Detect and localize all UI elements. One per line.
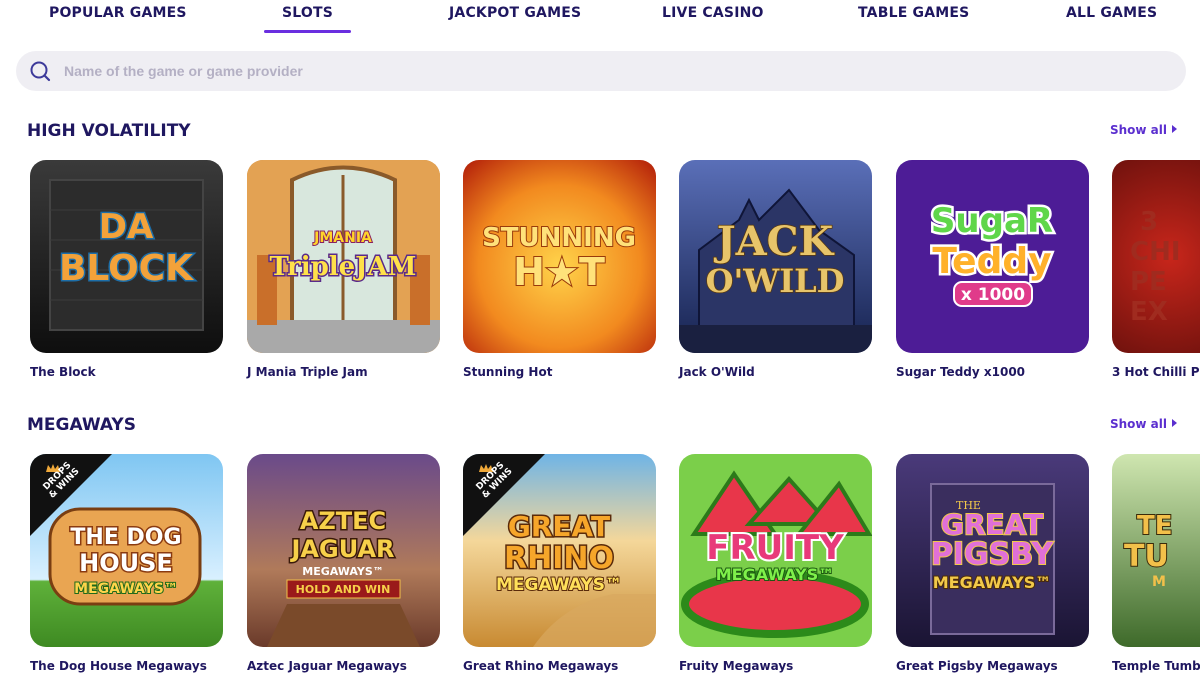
game-title: Aztec Jaguar Megaways (247, 659, 407, 673)
svg-text:BLOCK: BLOCK (59, 248, 194, 289)
game-title: Stunning Hot (463, 365, 553, 379)
svg-text:MEGAWAYS™: MEGAWAYS™ (496, 575, 622, 595)
game-tile-the-block[interactable]: DA BLOCK The Block (30, 160, 223, 379)
category-tabs: POPULAR GAMES SLOTS JACKPOT GAMES LIVE C… (0, 0, 1200, 40)
svg-text:JMANIA: JMANIA (313, 230, 372, 246)
search-bar[interactable] (16, 51, 1186, 91)
svg-text:MEGAWAYS™: MEGAWAYS™ (716, 565, 835, 584)
game-tile-stunning-hot[interactable]: STUNNING H★T Stunning Hot (463, 160, 656, 379)
svg-text:HOLD AND WIN: HOLD AND WIN (296, 583, 391, 596)
svg-text:AZTEC: AZTEC (300, 507, 386, 535)
game-thumbnail: THE DOG HOUSE MEGAWAYS™ DROPS & WINS (30, 454, 223, 647)
section-title-high-volatility: HIGH VOLATILITY (27, 121, 191, 141)
game-thumbnail: JACK O'WILD (679, 160, 872, 353)
tab-all-games[interactable]: ALL GAMES (1066, 5, 1157, 35)
show-all-megaways-link[interactable]: Show all (1110, 417, 1177, 431)
svg-text:M: M (1152, 574, 1166, 590)
svg-text:O'WILD: O'WILD (706, 262, 845, 300)
svg-text:JACK: JACK (714, 218, 835, 265)
svg-text:MEGAWAYS™: MEGAWAYS™ (302, 565, 384, 578)
svg-text:x 1000: x 1000 (961, 285, 1025, 305)
high-volatility-game-row: DA BLOCK The Block JMANIA TripleJAM J Ma… (0, 160, 1200, 390)
svg-text:HOUSE: HOUSE (79, 549, 173, 577)
game-thumbnail: TE TU M (1112, 454, 1200, 647)
game-thumbnail: 3 CHI PE EX (1112, 160, 1200, 353)
svg-text:CHI: CHI (1130, 237, 1181, 267)
game-thumbnail: FRUITY MEGAWAYS™ (679, 454, 872, 647)
svg-text:EX: EX (1130, 297, 1168, 327)
tab-table-games[interactable]: TABLE GAMES (858, 5, 969, 35)
megaways-game-row: THE DOG HOUSE MEGAWAYS™ DROPS & WINS The … (0, 454, 1200, 679)
show-all-high-volatility-link[interactable]: Show all (1110, 123, 1177, 137)
svg-text:TripleJAM: TripleJAM (270, 252, 417, 282)
game-title: Temple Tumb (1112, 659, 1200, 673)
svg-text:DA: DA (99, 207, 154, 247)
game-tile-aztec-jaguar-megaways[interactable]: AZTEC JAGUAR MEGAWAYS™ HOLD AND WIN Azte… (247, 454, 440, 673)
game-title: The Dog House Megaways (30, 659, 207, 673)
game-tile-3-hot-chilli[interactable]: 3 CHI PE EX 3 Hot Chilli P (1112, 160, 1200, 379)
section-title-megaways: MEGAWAYS (27, 415, 136, 435)
game-thumbnail: JMANIA TripleJAM (247, 160, 440, 353)
svg-text:TU: TU (1124, 539, 1169, 574)
tab-popular-games[interactable]: POPULAR GAMES (49, 5, 187, 35)
tab-slots[interactable]: SLOTS (263, 5, 352, 35)
game-tile-sugar-teddy-x1000[interactable]: SugaR Teddy x 1000 Sugar Teddy x1000 (896, 160, 1089, 379)
svg-text:Teddy: Teddy (932, 241, 1051, 282)
svg-text:MEGAWAYS™: MEGAWAYS™ (74, 581, 178, 597)
svg-text:H★T: H★T (513, 250, 605, 294)
svg-text:STUNNING: STUNNING (482, 223, 636, 253)
game-title: Sugar Teddy x1000 (896, 365, 1026, 379)
game-title: The Block (30, 365, 96, 379)
game-tile-great-rhino-megaways[interactable]: GREAT RHINO MEGAWAYS™ DROPS & WINS Great … (463, 454, 656, 673)
svg-text:TE: TE (1137, 511, 1173, 541)
game-title: Great Pigsby Megaways (896, 659, 1058, 673)
search-input[interactable] (64, 51, 1164, 91)
tab-jackpot-games[interactable]: JACKPOT GAMES (449, 5, 581, 35)
show-all-label: Show all (1109, 123, 1167, 137)
game-thumbnail: SugaR Teddy x 1000 (896, 160, 1089, 353)
game-tile-great-pigsby-megaways[interactable]: THE GREAT PIGSBY MEGAWAYS™ Great Pigsby … (896, 454, 1089, 673)
game-thumbnail: DA BLOCK (30, 160, 223, 353)
game-thumbnail: THE GREAT PIGSBY MEGAWAYS™ (896, 454, 1089, 647)
svg-text:SugaR: SugaR (931, 201, 1053, 241)
tab-live-casino[interactable]: LIVE CASINO (662, 5, 764, 35)
svg-text:3: 3 (1140, 207, 1158, 237)
svg-text:MEGAWAYS™: MEGAWAYS™ (933, 573, 1052, 592)
game-title: Great Rhino Megaways (463, 659, 619, 673)
show-all-label: Show all (1109, 417, 1167, 431)
game-title: Jack O'Wild (679, 365, 755, 379)
game-tile-temple-tumble[interactable]: TE TU M Temple Tumb (1112, 454, 1200, 673)
game-title: 3 Hot Chilli P (1112, 365, 1200, 379)
game-thumbnail: GREAT RHINO MEGAWAYS™ DROPS & WINS (463, 454, 656, 647)
search-icon (30, 61, 51, 82)
game-title: Fruity Megaways (679, 659, 794, 673)
game-tile-fruity-megaways[interactable]: FRUITY MEGAWAYS™ Fruity Megaways (679, 454, 872, 673)
game-tile-the-dog-house-megaways[interactable]: THE DOG HOUSE MEGAWAYS™ DROPS & WINS The … (30, 454, 223, 673)
chevron-right-icon (1172, 419, 1177, 427)
svg-text:RHINO: RHINO (504, 541, 614, 576)
game-thumbnail: AZTEC JAGUAR MEGAWAYS™ HOLD AND WIN (247, 454, 440, 647)
game-thumbnail: STUNNING H★T (463, 160, 656, 353)
game-title: J Mania Triple Jam (247, 365, 368, 379)
chevron-right-icon (1172, 125, 1177, 133)
svg-text:PIGSBY: PIGSBY (931, 537, 1055, 572)
svg-text:FRUITY: FRUITY (706, 528, 844, 568)
game-tile-jack-o-wild[interactable]: JACK O'WILD Jack O'Wild (679, 160, 872, 379)
svg-text:JAGUAR: JAGUAR (289, 535, 394, 563)
svg-text:PE: PE (1130, 267, 1167, 297)
game-tile-j-mania-triple-jam[interactable]: JMANIA TripleJAM J Mania Triple Jam (247, 160, 440, 379)
